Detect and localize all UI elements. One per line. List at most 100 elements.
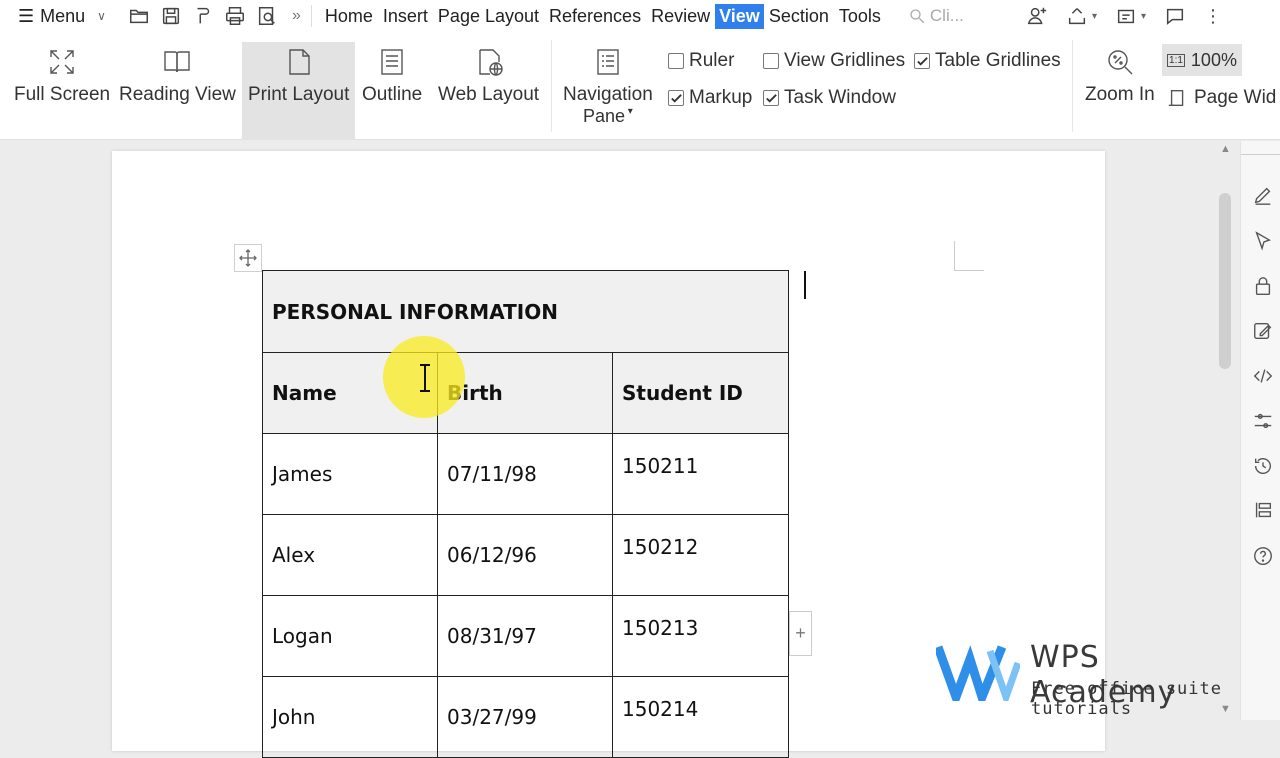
tab-home[interactable]: Home <box>320 4 378 29</box>
markup-label: Markup <box>689 87 753 108</box>
right-side-panel <box>1240 141 1280 720</box>
add-row-button[interactable]: + <box>789 611 812 656</box>
tab-review[interactable]: Review <box>646 4 715 29</box>
panel-divider <box>1241 154 1280 155</box>
table-row: John 03/27/99 150214 <box>262 676 789 758</box>
view-gridlines-checkbox[interactable]: View Gridlines <box>763 50 905 72</box>
name-cell[interactable]: Alex <box>262 514 438 596</box>
print-layout-button[interactable]: Print Layout <box>242 42 356 140</box>
zoom-in-button[interactable]: Zoom In <box>1085 42 1155 106</box>
ruler-checkbox[interactable]: Ruler <box>668 50 734 72</box>
more-icon[interactable]: » <box>292 7 301 25</box>
tab-page-layout[interactable]: Page Layout <box>433 4 544 29</box>
header-birth-cell[interactable]: Birth <box>437 352 613 434</box>
chevron-down-icon[interactable]: ▾ <box>1141 11 1146 22</box>
page-icon <box>289 49 310 75</box>
title-right-tools: ▾ ▾ ⋮ <box>1026 0 1222 32</box>
personal-information-table[interactable]: PERSONAL INFORMATION Name Birth Student … <box>262 270 789 758</box>
page-width-button[interactable]: Page Wid <box>1167 87 1276 109</box>
book-icon <box>164 51 191 73</box>
menu-bar: ☰ Menu ∨ » Home Insert Page Layout Refer… <box>0 0 1280 32</box>
help-icon[interactable] <box>1252 545 1274 567</box>
full-screen-button[interactable]: Full Screen <box>14 42 110 106</box>
table-move-handle[interactable] <box>234 244 262 272</box>
outline-icon <box>381 49 403 75</box>
scroll-up-icon[interactable]: ▲ <box>1220 143 1231 155</box>
lock-icon[interactable] <box>1252 275 1274 297</box>
table-title-row: PERSONAL INFORMATION <box>262 270 789 353</box>
more-options-icon[interactable]: ⋮ <box>1204 6 1222 27</box>
navigation-pane-label-line1: Navigation <box>563 84 653 105</box>
table-gridlines-label: Table Gridlines <box>935 50 1061 71</box>
student-id-cell[interactable]: 150212 <box>612 514 789 596</box>
student-id-cell[interactable]: 150213 <box>612 595 789 677</box>
wps-logo-icon <box>936 645 1020 701</box>
student-id-cell[interactable]: 150214 <box>612 676 789 758</box>
name-cell[interactable]: John <box>262 676 438 758</box>
checkbox-checked-icon <box>914 53 930 69</box>
select-cursor-icon[interactable] <box>1252 230 1274 252</box>
collaborate-icon[interactable] <box>1115 5 1137 27</box>
birth-cell[interactable]: 08/31/97 <box>437 595 613 677</box>
birth-cell[interactable]: 07/11/98 <box>437 433 613 515</box>
main-menu-label: Menu <box>40 5 86 26</box>
open-folder-icon[interactable] <box>128 5 150 27</box>
student-id-cell[interactable]: 150211 <box>612 433 789 515</box>
task-window-label: Task Window <box>784 87 896 108</box>
search-box[interactable]: Cli... <box>908 6 964 26</box>
name-cell[interactable]: James <box>262 433 438 515</box>
table-title-cell[interactable]: PERSONAL INFORMATION <box>262 270 789 353</box>
zoom-100-button[interactable]: 1:1 100% <box>1162 44 1242 76</box>
table-row: Alex 06/12/96 150212 <box>262 514 789 596</box>
document-workspace: PERSONAL INFORMATION Name Birth Student … <box>0 141 1280 758</box>
page-width-label: Page Wid <box>1194 87 1277 108</box>
comment-icon[interactable] <box>1164 5 1186 27</box>
share-icon[interactable] <box>1066 5 1088 27</box>
print-icon[interactable] <box>224 5 246 27</box>
checkbox-checked-icon <box>763 90 779 106</box>
table-gridlines-checkbox[interactable]: Table Gridlines <box>914 50 1061 72</box>
tab-references[interactable]: References <box>544 4 646 29</box>
table-header-row: Name Birth Student ID <box>262 352 789 434</box>
birth-cell[interactable]: 03/27/99 <box>437 676 613 758</box>
birth-cell[interactable]: 06/12/96 <box>437 514 613 596</box>
tab-view[interactable]: View <box>715 3 764 29</box>
navigation-pane-label-line2: Pane ▾ <box>582 106 633 126</box>
format-painter-icon[interactable] <box>192 5 214 27</box>
tab-tools[interactable]: Tools <box>834 4 886 29</box>
reading-view-button[interactable]: Reading View <box>119 42 236 106</box>
edit-pen-icon[interactable] <box>1252 184 1274 206</box>
main-menu-button[interactable]: ☰ Menu ∨ <box>18 0 106 32</box>
scrollbar-thumb[interactable] <box>1219 193 1231 369</box>
navigation-pane-button[interactable]: Navigation Pane ▾ <box>563 42 653 127</box>
print-layout-label: Print Layout <box>248 84 350 105</box>
markup-checkbox[interactable]: Markup <box>668 87 752 109</box>
name-cell[interactable]: Logan <box>262 595 438 677</box>
outline-button[interactable]: Outline <box>362 42 422 106</box>
margin-corner-mark <box>954 241 984 271</box>
form-edit-icon[interactable] <box>1252 320 1274 342</box>
outline-list-icon[interactable] <box>1252 499 1274 521</box>
page-width-icon <box>1168 89 1184 107</box>
header-student-id-cell[interactable]: Student ID <box>612 352 789 434</box>
share-user-icon[interactable] <box>1026 5 1048 27</box>
chevron-down-icon[interactable]: ▾ <box>1092 11 1097 22</box>
code-icon[interactable] <box>1252 365 1274 387</box>
ribbon-divider <box>1072 40 1073 132</box>
print-preview-icon[interactable] <box>256 5 278 27</box>
zoom-value: 100% <box>1190 49 1237 70</box>
header-name-cell[interactable]: Name <box>262 352 438 434</box>
history-icon[interactable] <box>1252 455 1274 477</box>
reading-view-label: Reading View <box>119 84 236 105</box>
task-window-checkbox[interactable]: Task Window <box>763 87 896 109</box>
sliders-icon[interactable] <box>1252 410 1274 432</box>
web-layout-button[interactable]: Web Layout <box>438 42 539 106</box>
actual-size-icon: 1:1 <box>1167 53 1185 67</box>
navigation-pane-icon <box>597 49 619 75</box>
chevron-down-icon: ∨ <box>97 9 106 23</box>
vertical-scrollbar[interactable]: ▲ ▼ <box>1216 141 1236 720</box>
tab-insert[interactable]: Insert <box>378 4 433 29</box>
save-icon[interactable] <box>160 5 182 27</box>
ruler-label: Ruler <box>689 50 735 71</box>
tab-section[interactable]: Section <box>764 4 834 29</box>
